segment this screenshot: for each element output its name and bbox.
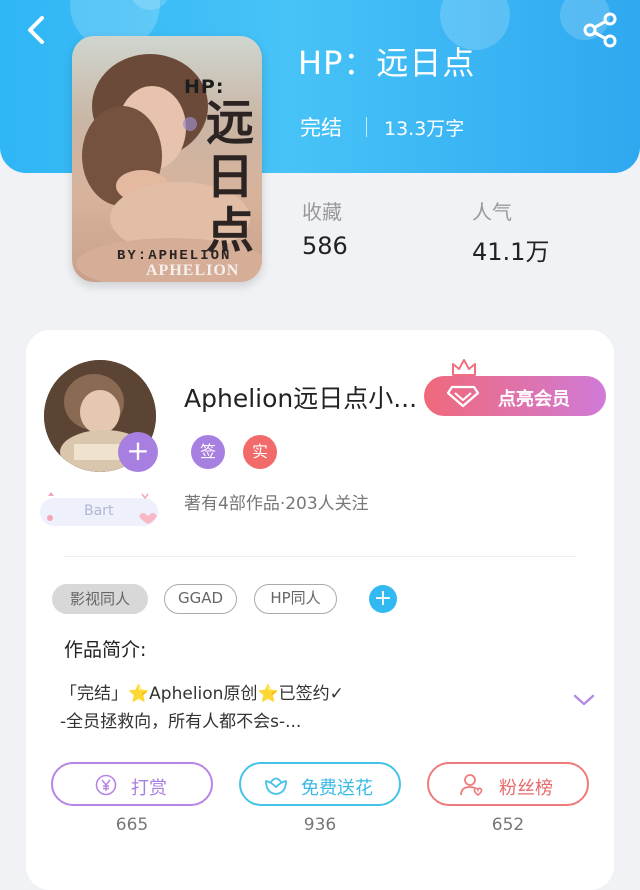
tag-chip[interactable]: 影视同人 — [52, 584, 148, 614]
fan-count: 652 — [491, 815, 525, 835]
bart-badge-label: Bart — [84, 503, 114, 519]
diamond-icon — [446, 385, 480, 408]
reward-label: 打赏 — [131, 778, 167, 799]
popularity-count: 41.1万 — [472, 238, 550, 266]
favorites-label: 收藏 — [302, 200, 342, 224]
tag-chip[interactable]: HP同人 — [254, 584, 337, 614]
flower-icon — [265, 777, 287, 795]
send-flower-button[interactable]: 免费送花 — [239, 762, 401, 806]
cover-signature: APHELION — [146, 262, 240, 279]
add-tag-button[interactable]: + — [369, 585, 397, 613]
signed-badge: 签 — [191, 435, 225, 469]
chevron-down-icon[interactable] — [572, 692, 596, 708]
cover-title: 远日点 — [206, 95, 255, 259]
author-name[interactable]: Aphelion远日点小... — [184, 379, 424, 415]
synopsis-label: 作品简介: — [64, 639, 147, 661]
word-count: 13.3万字 — [384, 118, 465, 140]
fan-ranking-label: 粉丝榜 — [499, 778, 553, 799]
flower-count: 936 — [303, 815, 337, 835]
vip-button-label: 点亮会员 — [498, 389, 570, 410]
send-flower-label: 免费送花 — [301, 778, 373, 799]
fan-ranking-button[interactable]: 粉丝榜 — [427, 762, 589, 806]
meta-divider — [366, 117, 367, 137]
share-button[interactable] — [578, 10, 622, 50]
reward-button[interactable]: 打赏 — [51, 762, 213, 806]
yen-coin-icon — [95, 774, 117, 796]
popularity-label: 人气 — [472, 200, 512, 224]
book-status: 完结 — [300, 116, 342, 140]
back-button[interactable] — [18, 10, 58, 50]
back-arrow-icon — [28, 16, 44, 44]
card-divider — [64, 556, 576, 557]
tag-chip[interactable]: GGAD — [164, 584, 237, 614]
favorites-count: 586 — [302, 232, 348, 260]
synopsis-line: 「完结」⭐Aphelion原创⭐已签约✓ — [60, 684, 344, 704]
fan-user-icon — [460, 774, 483, 797]
follow-author-button[interactable]: + — [118, 432, 158, 472]
book-title: HP：远日点 — [298, 44, 476, 82]
author-info: 著有4部作品·203人关注 — [184, 494, 369, 514]
book-cover[interactable]: HP: 远日点 BY:APHELION APHELION — [72, 36, 262, 282]
synopsis-line: -全员拯救向，所有人都不会s-... — [60, 712, 302, 732]
crown-icon — [452, 359, 476, 376]
share-icon — [583, 12, 617, 48]
verified-badge: 实 — [243, 435, 277, 469]
reward-count: 665 — [115, 815, 149, 835]
